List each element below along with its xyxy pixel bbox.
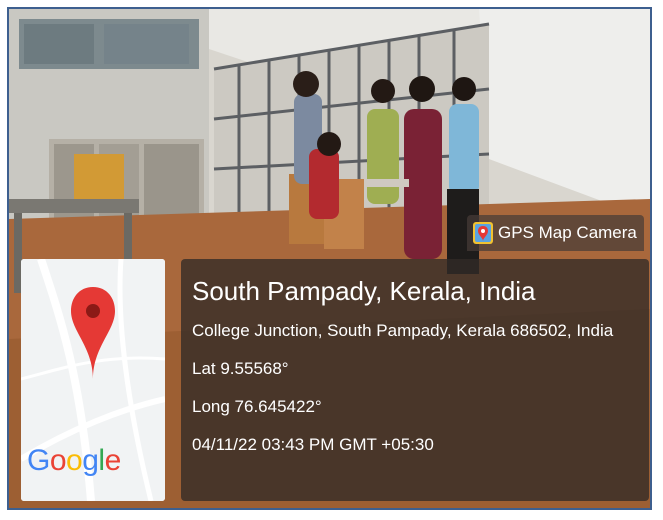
- app-name: GPS Map Camera: [498, 223, 637, 242]
- location-info-panel: South Pampady, Kerala, India College Jun…: [181, 259, 649, 501]
- map-pin-icon: [71, 287, 115, 379]
- gps-map-camera-icon: [473, 222, 493, 244]
- google-logo: Google: [27, 444, 121, 477]
- longitude-text: Long 76.645422°: [192, 397, 322, 416]
- datetime-text: 04/11/22 03:43 PM GMT +05:30: [192, 435, 434, 454]
- photo-frame: Google GPS Map Camera South Pampady, Ker…: [7, 7, 652, 510]
- address-text: College Junction, South Pampady, Kerala …: [192, 321, 614, 340]
- location-title: South Pampady, Kerala, India: [192, 276, 536, 306]
- latitude-text: Lat 9.55568°: [192, 359, 289, 378]
- app-badge: GPS Map Camera: [467, 215, 644, 251]
- map-thumbnail[interactable]: Google: [21, 259, 165, 501]
